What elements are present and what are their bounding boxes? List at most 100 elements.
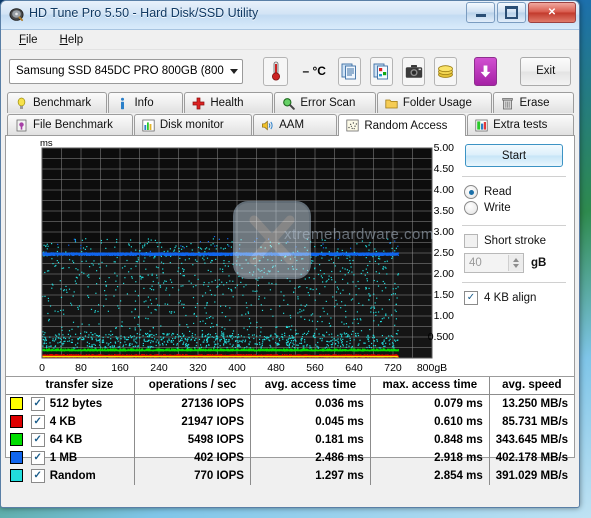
coins-icon [438, 64, 454, 78]
row-enable-checkbox[interactable]: ✓ [30, 433, 45, 447]
tab-health[interactable]: Health [184, 92, 274, 113]
tab-random-access[interactable]: Random Access [338, 114, 467, 136]
chart-y-tick: 1.50 [433, 289, 454, 301]
title-bar: HD Tune Pro 5.50 - Hard Disk/SSD Utility… [1, 1, 579, 30]
control-panel: Start Read Write Short stroke 40 gB ✓ 4 … [458, 140, 570, 306]
chart-canvas [41, 147, 433, 359]
close-button[interactable]: ✕ [528, 2, 576, 23]
checkbox-4kb-align[interactable]: ✓ 4 KB align [458, 290, 570, 306]
tab-host: Benchmark Info Health Error Scan Folder … [5, 92, 575, 485]
tab-file-benchmark[interactable]: File Benchmark [7, 114, 133, 135]
window-buttons: ✕ [466, 2, 576, 23]
maximize-button[interactable] [497, 2, 526, 23]
application-window: HD Tune Pro 5.50 - Hard Disk/SSD Utility… [0, 0, 580, 508]
temperature-button[interactable] [263, 56, 289, 86]
start-button[interactable]: Start [465, 144, 563, 167]
results-table-body: ✓ 512 bytes 27136 IOPS 0.036 ms 0.079 ms 13.2… [6, 394, 574, 485]
row-enable-checkbox[interactable]: ✓ [30, 469, 45, 483]
row-transfer-size: ✓ 512 bytes [24, 394, 136, 413]
header-transfer-size: transfer size [24, 377, 136, 395]
tab-erase-label: Erase [519, 97, 550, 109]
table-row: ✓ 64 KB 5498 IOPS 0.181 ms 0.848 ms 343.645 M… [6, 431, 574, 449]
short-stroke-value: 40 [469, 257, 482, 269]
tab-error-scan[interactable]: Error Scan [274, 92, 376, 113]
short-stroke-label: Short stroke [484, 235, 546, 247]
radio-write[interactable]: Write [458, 200, 570, 216]
copy-image-button[interactable] [370, 56, 394, 86]
copy-text-button[interactable] [337, 56, 362, 86]
copy-text-icon [341, 63, 356, 79]
row-transfer-size-label: 512 bytes [49, 398, 103, 410]
magnifier-icon [283, 97, 296, 110]
row-transfer-size-label: 4 KB [49, 416, 76, 428]
radio-read[interactable]: Read [458, 184, 570, 200]
tab-folder-usage-label: Folder Usage [402, 97, 472, 109]
screenshot-button[interactable] [402, 56, 426, 86]
register-button[interactable] [434, 56, 458, 86]
divider-1 [462, 176, 566, 177]
row-enable-checkbox[interactable]: ✓ [30, 415, 45, 429]
table-header-row: transfer size operations / sec avg. acce… [6, 377, 574, 395]
folder-icon [385, 99, 398, 108]
header-max-access: max. access time [370, 377, 490, 395]
row-enable-checkbox[interactable]: ✓ [30, 397, 45, 411]
minimize-button[interactable] [466, 2, 495, 23]
exit-button[interactable]: Exit [520, 56, 571, 86]
short-stroke-stepper[interactable]: 40 [464, 253, 524, 273]
tab-folder-usage[interactable]: Folder Usage [376, 92, 493, 113]
chart-y-tick: 2.50 [433, 247, 454, 259]
tab-error-scan-label: Error Scan [300, 97, 356, 109]
stepper-buttons[interactable] [508, 255, 523, 271]
row-color-swatch-cell [6, 449, 25, 467]
row-max-access: 0.848 ms [370, 431, 490, 449]
row-max-access: 0.610 ms [370, 413, 490, 431]
camera-icon [405, 64, 422, 78]
row-avg-speed: 85.731 MB/s [502, 416, 568, 428]
checkbox-short-stroke[interactable]: Short stroke [458, 233, 570, 249]
drive-select[interactable]: Samsung SSD 845DC PRO 800GB (800 g [9, 58, 243, 84]
table-row: ✓ 4 KB 21947 IOPS 0.045 ms 0.610 ms 85.731 MB… [6, 413, 574, 431]
row-transfer-size: ✓ 1 MB [24, 449, 136, 467]
tab-info-label: Info [134, 97, 154, 109]
row-enable-checkbox[interactable]: ✓ [30, 451, 45, 465]
align-label: 4 KB align [484, 292, 537, 304]
tab-benchmark-label: Benchmark [33, 97, 92, 109]
tab-info[interactable]: Info [108, 92, 184, 113]
minimize-icon [475, 14, 486, 17]
file-benchmark-icon [16, 119, 27, 131]
chart-y-tick: 4.00 [433, 184, 454, 196]
chart-y-tick: 1.00 [433, 310, 454, 322]
row-avg-speed: 13.250 MB/s [502, 398, 568, 410]
bar-chart-icon [142, 119, 155, 131]
save-button[interactable] [474, 56, 498, 86]
temperature-value: – °C [302, 64, 326, 78]
tab-benchmark[interactable]: Benchmark [7, 92, 108, 113]
short-stroke-row: 40 gB [458, 249, 570, 273]
short-stroke-checkbox-icon [464, 234, 478, 248]
row-transfer-size: ✓ 4 KB [24, 413, 136, 431]
app-icon [9, 8, 24, 22]
tab-health-label: Health [210, 97, 244, 109]
tab-random-access-label: Random Access [364, 119, 448, 132]
row-avg-access: 2.486 ms [250, 449, 371, 467]
copy-image-icon [373, 63, 389, 79]
row-operations: 27136 IOPS [134, 394, 251, 413]
row-transfer-size-label: 64 KB [49, 434, 83, 446]
chart-y-tick: 3.50 [433, 205, 454, 217]
series-color-swatch [10, 432, 23, 446]
tab-extra-tests[interactable]: Extra tests [467, 114, 574, 135]
series-color-swatch [10, 468, 23, 482]
drive-select-value: Samsung SSD 845DC PRO 800GB (800 g [16, 65, 226, 77]
red-cross-icon [192, 97, 205, 109]
tab-erase[interactable]: Erase [493, 92, 574, 113]
row-color-swatch-cell [6, 395, 25, 414]
tab-aam[interactable]: AAM [253, 114, 338, 135]
tab-disk-monitor[interactable]: Disk monitor [133, 114, 253, 135]
download-arrow-icon [481, 65, 491, 77]
divider-2 [462, 225, 566, 226]
chart-y-tick: 4.50 [433, 163, 454, 175]
menu-file[interactable]: File [9, 32, 48, 48]
menu-help[interactable]: Help [50, 32, 94, 48]
lightbulb-icon [17, 97, 26, 109]
table-row: ✓ Random 770 IOPS 1.297 ms 2.854 ms 391.029 M… [6, 467, 574, 485]
